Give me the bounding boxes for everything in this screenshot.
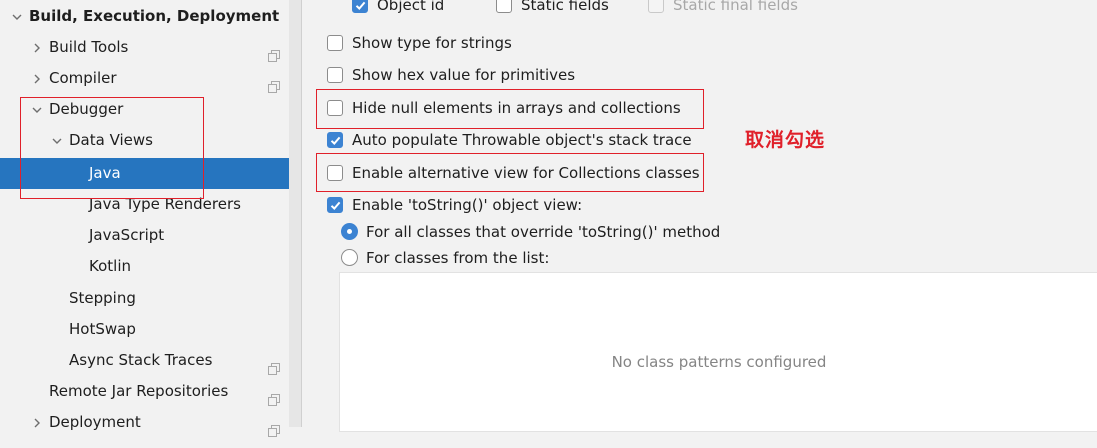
checkbox-label: Object id (377, 0, 445, 14)
chevron-right-icon[interactable] (31, 407, 43, 438)
chevron-right-icon[interactable] (31, 32, 43, 63)
checkbox-label: Show type for strings (352, 34, 512, 52)
sidebar-item-label: Debugger (49, 100, 124, 118)
sidebar-item-label: Build, Execution, Deployment (29, 7, 280, 25)
checkbox-icon (327, 132, 343, 148)
sidebar-item-java-type-renderers[interactable]: Java Type Renderers (0, 189, 301, 220)
radio-label: For classes from the list: (366, 249, 550, 267)
checkbox-icon (327, 67, 343, 83)
checkbox-label: Auto populate Throwable object's stack t… (352, 131, 692, 149)
sidebar-item-java[interactable]: Java (0, 158, 301, 189)
sidebar-item-label: Data Views (69, 131, 153, 149)
checkbox-icon (352, 0, 368, 13)
sidebar-item-label: Remote Jar Repositories (49, 382, 229, 400)
project-level-settings-icon (268, 386, 280, 406)
sidebar-item-label: Kotlin (89, 257, 131, 275)
sidebar-item-remote-jar-repositories[interactable]: Remote Jar Repositories (0, 376, 301, 407)
sidebar-item-label: JavaScript (89, 226, 165, 244)
sidebar-item-label: Java (89, 164, 121, 182)
sidebar-item-label: Async Stack Traces (69, 351, 213, 369)
sidebar-item-data-views[interactable]: Data Views (0, 125, 301, 156)
project-level-settings-icon (268, 42, 280, 62)
sidebar-item-kotlin[interactable]: Kotlin (0, 251, 301, 282)
project-level-settings-icon (268, 355, 280, 375)
project-level-settings-icon (268, 73, 280, 93)
sidebar-item-deployment[interactable]: Deployment (0, 407, 301, 438)
checkbox-label: Enable alternative view for Collections … (352, 164, 700, 182)
checkbox-label: Hide null elements in arrays and collect… (352, 99, 681, 117)
sidebar-scrollbar[interactable] (289, 0, 301, 427)
chevron-down-icon[interactable] (31, 94, 43, 125)
chevron-right-icon[interactable] (31, 63, 43, 94)
radio-icon (341, 223, 358, 240)
checkbox-icon (327, 35, 343, 51)
sidebar-item-hotswap[interactable]: HotSwap (0, 314, 301, 345)
sidebar-item-label: Java Type Renderers (89, 195, 241, 213)
empty-list-message: No class patterns configured (611, 353, 827, 371)
sidebar-item-label: HotSwap (69, 320, 136, 338)
chevron-down-icon[interactable] (11, 1, 23, 32)
checkbox-icon (327, 165, 343, 181)
checkbox-label: Enable 'toString()' object view: (352, 196, 583, 214)
sidebar-item-async-stack-traces[interactable]: Async Stack Traces (0, 345, 301, 376)
checkbox-label: Show hex value for primitives (352, 66, 576, 84)
checkbox-icon (496, 0, 512, 13)
sidebar-item-label: Stepping (69, 289, 136, 307)
checkbox-icon (648, 0, 664, 13)
settings-tree: Build, Execution, Deployment Build Tools C… (0, 0, 301, 437)
chevron-down-icon[interactable] (51, 125, 63, 156)
checkbox-label: Static final fields (673, 0, 798, 14)
sidebar-item-build-tools[interactable]: Build Tools (0, 32, 301, 63)
class-patterns-list[interactable]: No class patterns configured (339, 272, 1097, 432)
checkbox-label: Static fields (521, 0, 609, 14)
checkbox-icon (327, 100, 343, 116)
sidebar-item-label: Deployment (49, 413, 141, 431)
annotation-text: 取消勾选 (745, 129, 826, 151)
sidebar-item-build-execution-deployment[interactable]: Build, Execution, Deployment (0, 1, 301, 32)
checkbox-icon (327, 197, 343, 213)
sidebar-item-label: Compiler (49, 69, 117, 87)
sidebar-item-compiler[interactable]: Compiler (0, 63, 301, 94)
sidebar-item-debugger[interactable]: Debugger (0, 94, 301, 125)
radio-label: For all classes that override 'toString(… (366, 223, 721, 241)
sidebar-item-label: Build Tools (49, 38, 129, 56)
project-level-settings-icon (268, 417, 280, 437)
sidebar-item-javascript[interactable]: JavaScript (0, 220, 301, 251)
java-data-views-panel: Object id Static fields Static final fie… (302, 0, 1097, 432)
radio-icon (341, 249, 358, 266)
sidebar-item-stepping[interactable]: Stepping (0, 283, 301, 314)
